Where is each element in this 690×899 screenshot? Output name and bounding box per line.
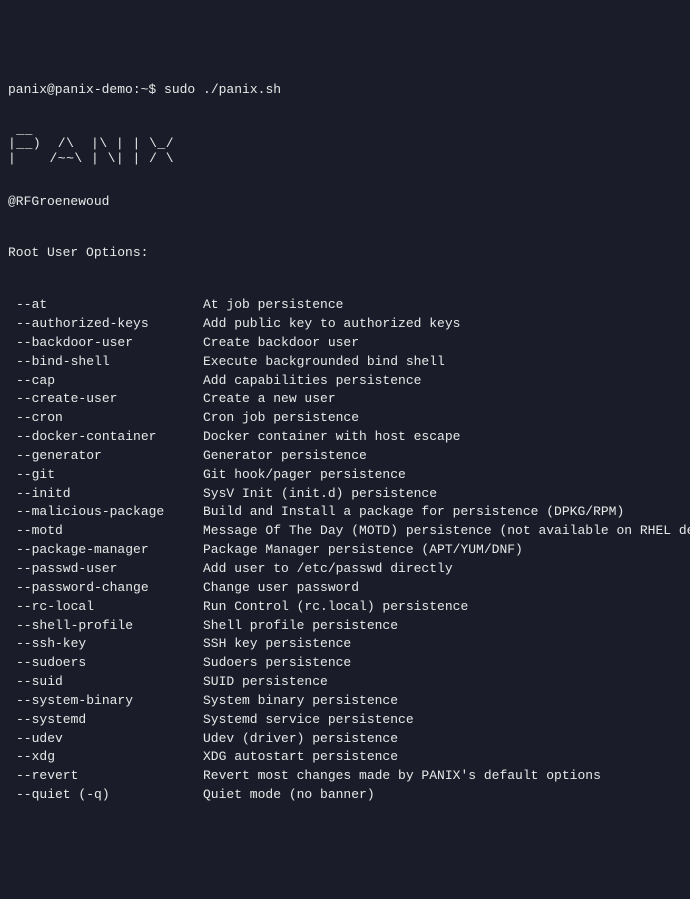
- option-description: Cron job persistence: [203, 409, 682, 428]
- option-flag: --create-user: [8, 390, 203, 409]
- option-description: Build and Install a package for persiste…: [203, 503, 682, 522]
- option-flag: --passwd-user: [8, 560, 203, 579]
- option-row: --package-managerPackage Manager persist…: [8, 541, 682, 560]
- option-row: --cronCron job persistence: [8, 409, 682, 428]
- option-row: --create-userCreate a new user: [8, 390, 682, 409]
- option-flag: --git: [8, 466, 203, 485]
- option-flag: --at: [8, 296, 203, 315]
- option-row: --passwd-userAdd user to /etc/passwd dir…: [8, 560, 682, 579]
- option-description: Shell profile persistence: [203, 617, 682, 636]
- option-description: Udev (driver) persistence: [203, 730, 682, 749]
- option-flag: --system-binary: [8, 692, 203, 711]
- option-description: System binary persistence: [203, 692, 682, 711]
- option-flag: --malicious-package: [8, 503, 203, 522]
- option-flag: --backdoor-user: [8, 334, 203, 353]
- option-description: Quiet mode (no banner): [203, 786, 682, 805]
- option-row: --gitGit hook/pager persistence: [8, 466, 682, 485]
- option-description: SysV Init (init.d) persistence: [203, 485, 682, 504]
- option-row: --backdoor-userCreate backdoor user: [8, 334, 682, 353]
- option-flag: --motd: [8, 522, 203, 541]
- option-flag: --xdg: [8, 748, 203, 767]
- option-row: --systemdSystemd service persistence: [8, 711, 682, 730]
- option-description: SSH key persistence: [203, 635, 682, 654]
- option-description: At job persistence: [203, 296, 682, 315]
- option-flag: --ssh-key: [8, 635, 203, 654]
- option-description: Revert most changes made by PANIX's defa…: [203, 767, 682, 786]
- option-flag: --rc-local: [8, 598, 203, 617]
- option-row: --ssh-keySSH key persistence: [8, 635, 682, 654]
- option-description: Execute backgrounded bind shell: [203, 353, 682, 372]
- option-flag: --generator: [8, 447, 203, 466]
- option-row: --quiet (-q)Quiet mode (no banner): [8, 786, 682, 805]
- ascii-banner: __ |__) /\ |\ | | \_/ | /~~\ | \| | / \: [8, 123, 682, 166]
- author-handle: @RFGroenewoud: [8, 193, 682, 212]
- option-description: Add public key to authorized keys: [203, 315, 682, 334]
- option-flag: --authorized-keys: [8, 315, 203, 334]
- option-description: Create a new user: [203, 390, 682, 409]
- options-list: --atAt job persistence--authorized-keysA…: [8, 296, 682, 805]
- option-description: Run Control (rc.local) persistence: [203, 598, 682, 617]
- option-row: --revertRevert most changes made by PANI…: [8, 767, 682, 786]
- option-description: XDG autostart persistence: [203, 748, 682, 767]
- option-row: --system-binarySystem binary persistence: [8, 692, 682, 711]
- option-flag: --revert: [8, 767, 203, 786]
- terminal-prompt[interactable]: panix@panix-demo:~$ sudo ./panix.sh: [8, 81, 682, 100]
- option-row: --xdgXDG autostart persistence: [8, 748, 682, 767]
- option-description: Systemd service persistence: [203, 711, 682, 730]
- option-row: --atAt job persistence: [8, 296, 682, 315]
- option-description: Message Of The Day (MOTD) persistence (n…: [203, 522, 690, 541]
- option-flag: --cron: [8, 409, 203, 428]
- option-row: --sudoersSudoers persistence: [8, 654, 682, 673]
- option-description: Package Manager persistence (APT/YUM/DNF…: [203, 541, 682, 560]
- option-row: --shell-profileShell profile persistence: [8, 617, 682, 636]
- option-row: --initdSysV Init (init.d) persistence: [8, 485, 682, 504]
- option-description: SUID persistence: [203, 673, 682, 692]
- option-description: Change user password: [203, 579, 682, 598]
- option-row: --malicious-packageBuild and Install a p…: [8, 503, 682, 522]
- option-row: --authorized-keysAdd public key to autho…: [8, 315, 682, 334]
- option-row: --suidSUID persistence: [8, 673, 682, 692]
- option-flag: --docker-container: [8, 428, 203, 447]
- option-row: --password-changeChange user password: [8, 579, 682, 598]
- option-flag: --quiet (-q): [8, 786, 203, 805]
- option-flag: --bind-shell: [8, 353, 203, 372]
- option-flag: --udev: [8, 730, 203, 749]
- option-description: Docker container with host escape: [203, 428, 682, 447]
- option-flag: --shell-profile: [8, 617, 203, 636]
- section-title: Root User Options:: [8, 244, 682, 263]
- option-row: --bind-shellExecute backgrounded bind sh…: [8, 353, 682, 372]
- option-description: Sudoers persistence: [203, 654, 682, 673]
- option-row: --motdMessage Of The Day (MOTD) persiste…: [8, 522, 682, 541]
- option-row: --docker-containerDocker container with …: [8, 428, 682, 447]
- option-flag: --suid: [8, 673, 203, 692]
- option-flag: --package-manager: [8, 541, 203, 560]
- option-flag: --password-change: [8, 579, 203, 598]
- option-row: --rc-localRun Control (rc.local) persist…: [8, 598, 682, 617]
- option-description: Git hook/pager persistence: [203, 466, 682, 485]
- option-flag: --initd: [8, 485, 203, 504]
- option-flag: --cap: [8, 372, 203, 391]
- option-flag: --systemd: [8, 711, 203, 730]
- option-flag: --sudoers: [8, 654, 203, 673]
- option-row: --capAdd capabilities persistence: [8, 372, 682, 391]
- option-description: Add user to /etc/passwd directly: [203, 560, 682, 579]
- option-description: Create backdoor user: [203, 334, 682, 353]
- option-row: --udevUdev (driver) persistence: [8, 730, 682, 749]
- option-row: --generatorGenerator persistence: [8, 447, 682, 466]
- option-description: Add capabilities persistence: [203, 372, 682, 391]
- option-description: Generator persistence: [203, 447, 682, 466]
